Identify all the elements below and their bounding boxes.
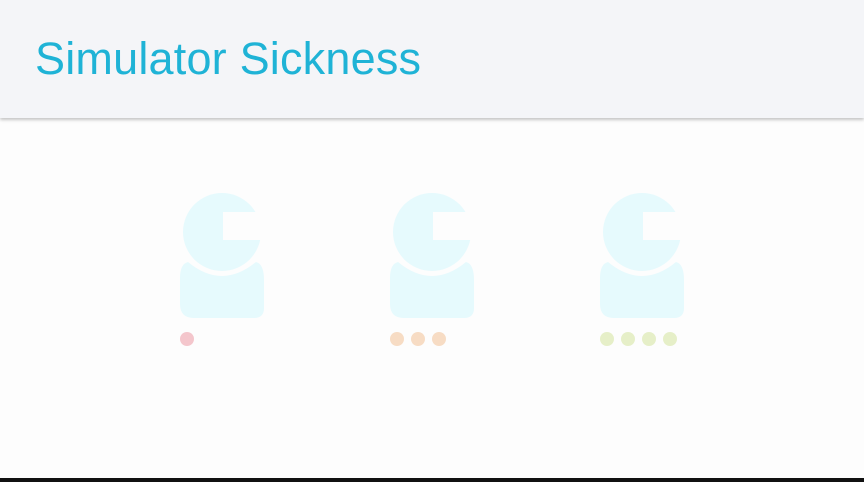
level-dots — [390, 332, 446, 346]
level-dot — [621, 332, 635, 346]
level-dot — [180, 332, 194, 346]
sickness-level-option-3[interactable] — [390, 190, 480, 350]
level-dot — [390, 332, 404, 346]
level-dot — [432, 332, 446, 346]
level-dot — [663, 332, 677, 346]
level-dot — [642, 332, 656, 346]
sickness-level-option-1[interactable] — [180, 190, 270, 350]
level-dot — [600, 332, 614, 346]
user-icon — [600, 193, 684, 318]
user-icon — [180, 193, 264, 318]
app-header: Simulator Sickness — [0, 0, 864, 118]
page-title: Simulator Sickness — [35, 33, 422, 84]
sickness-level-option-4[interactable] — [600, 190, 690, 350]
level-dots — [180, 332, 194, 346]
level-dots — [600, 332, 677, 346]
user-icon — [390, 193, 474, 318]
level-dot — [411, 332, 425, 346]
bottom-bar — [0, 478, 864, 482]
